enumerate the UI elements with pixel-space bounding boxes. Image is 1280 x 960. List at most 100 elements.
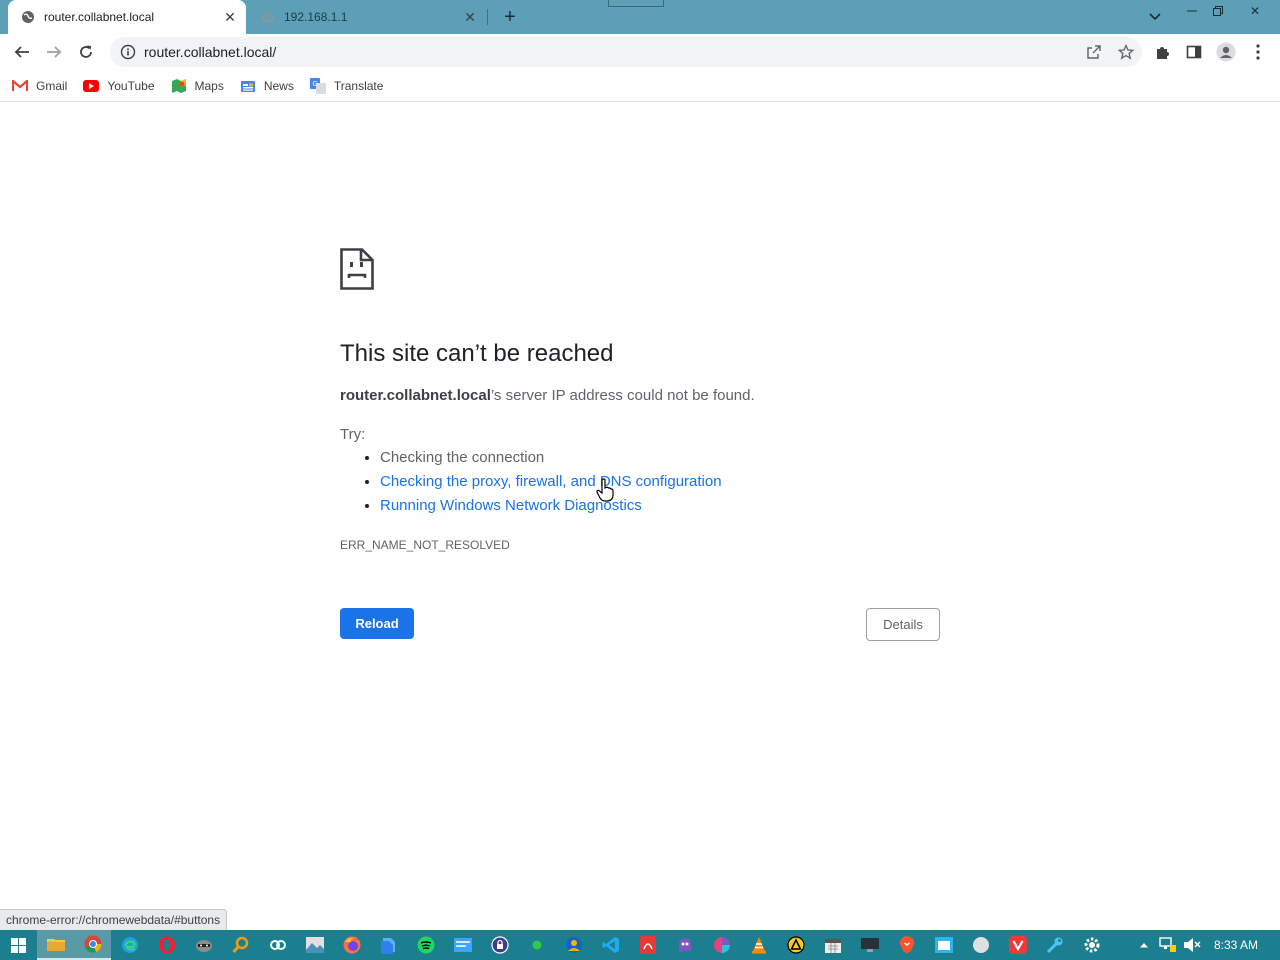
edge-icon[interactable] [111, 930, 148, 960]
opera-icon[interactable] [148, 930, 185, 960]
side-panel-icon[interactable] [1180, 38, 1208, 66]
maps-icon [171, 78, 187, 94]
status-bar: chrome-error://chromewebdata/#buttons [0, 909, 228, 930]
app-window-icon[interactable] [444, 930, 481, 960]
bookmark-maps[interactable]: Maps [171, 78, 224, 94]
colorful-app-icon[interactable] [703, 930, 740, 960]
info-icon[interactable] [120, 44, 136, 60]
restore-icon[interactable] [1200, 0, 1236, 22]
close-tab-icon[interactable]: ✕ [460, 7, 480, 27]
vlc-icon[interactable] [740, 930, 777, 960]
refresh-icon [80, 45, 92, 58]
ghost-app-icon[interactable] [666, 930, 703, 960]
news-icon [240, 78, 256, 94]
error-title: This site can’t be reached [340, 340, 614, 367]
reload-button[interactable]: Reload [340, 608, 414, 639]
sad-page-icon [340, 248, 374, 290]
suggestion-check-proxy-link[interactable]: Checking the proxy, firewall, and DNS co… [380, 472, 722, 496]
pdf-app-icon[interactable] [629, 930, 666, 960]
bookmark-gmail[interactable]: Gmail [12, 78, 67, 94]
bookmark-translate[interactable]: G Translate [309, 77, 384, 94]
green-dot-app-icon[interactable] [518, 930, 555, 960]
vscode-icon[interactable] [592, 930, 629, 960]
globe-icon [20, 9, 36, 25]
hand-cursor-icon [596, 478, 614, 502]
tool-app-icon[interactable] [1036, 930, 1073, 960]
globe-icon [260, 9, 276, 25]
arch-app-icon[interactable] [777, 930, 814, 960]
bookmarks-bar: Gmail YouTube Maps News G Translate [0, 70, 1280, 102]
settings-gear-icon[interactable] [1073, 930, 1110, 960]
window-drag-handle[interactable] [608, 0, 664, 7]
back-arrow-icon [14, 46, 29, 58]
profile-avatar-icon[interactable] [1212, 38, 1240, 66]
new-tab-button[interactable]: + [498, 5, 522, 29]
vpn-lock-icon[interactable] [481, 930, 518, 960]
suggestion-network-diagnostics-link[interactable]: Running Windows Network Diagnostics [380, 496, 722, 520]
share-icon[interactable] [1078, 37, 1110, 67]
firefox-icon[interactable] [333, 930, 370, 960]
bookmark-label: News [263, 78, 294, 93]
error-code: ERR_NAME_NOT_RESOLVED [340, 538, 510, 552]
raccoon-app-icon[interactable] [185, 930, 222, 960]
tab-title: router.collabnet.local [44, 10, 155, 24]
start-windows-icon[interactable] [0, 930, 37, 960]
browser-toolbar: router.collabnet.local/ [0, 34, 1280, 70]
system-tray: 8:33 AM [1132, 930, 1280, 960]
monitor-app-icon[interactable] [851, 930, 888, 960]
url-text[interactable]: router.collabnet.local/ [144, 44, 1078, 60]
error-host: router.collabnet.local [340, 387, 491, 404]
profile-app-icon[interactable] [555, 930, 592, 960]
file-explorer-icon[interactable] [37, 930, 74, 960]
error-summary-text: ’s server IP address could not be found. [490, 387, 755, 404]
tab-router-collabnet[interactable]: router.collabnet.local ✕ [8, 0, 246, 34]
translate-icon: G [309, 77, 326, 94]
bookmark-news[interactable]: News [240, 78, 294, 94]
svg-text:G: G [312, 81, 317, 88]
bookmark-youtube[interactable]: YouTube [83, 78, 155, 94]
bookmark-label: Translate [333, 78, 384, 93]
volume-muted-icon[interactable] [1180, 930, 1204, 960]
brave-icon[interactable] [888, 930, 925, 960]
gmail-icon [12, 78, 28, 94]
forward-arrow-icon [47, 46, 62, 58]
tab-strip: router.collabnet.local ✕ 192.168.1.1 ✕ +… [0, 0, 1280, 34]
error-summary: router.collabnet.local’s server IP addre… [340, 387, 755, 404]
close-window-icon[interactable]: ✕ [1237, 0, 1273, 22]
bookmark-label: Maps [194, 78, 224, 93]
back-button[interactable] [8, 38, 36, 66]
calendar-app-icon[interactable] [814, 930, 851, 960]
details-button[interactable]: Details [866, 608, 940, 641]
suggestion-check-connection: Checking the connection [380, 448, 722, 472]
reload-toolbar-button[interactable] [72, 38, 100, 66]
extensions-puzzle-icon[interactable] [1148, 38, 1176, 66]
vivaldi-icon[interactable] [999, 930, 1036, 960]
error-page: This site can’t be reached router.collab… [340, 248, 940, 641]
bookmark-label: YouTube [107, 78, 155, 93]
youtube-icon [83, 78, 100, 94]
photos-icon[interactable] [296, 930, 333, 960]
taskbar-clock[interactable]: 8:33 AM [1214, 938, 1258, 952]
spotify-icon[interactable] [407, 930, 444, 960]
tab-separator [487, 9, 488, 25]
circle-app-icon[interactable] [962, 930, 999, 960]
suggestions-list: Checking the connection Checking the pro… [380, 448, 722, 520]
network-icon[interactable] [1156, 930, 1180, 960]
window-app-icon[interactable] [925, 930, 962, 960]
tab-title: 192.168.1.1 [284, 10, 348, 24]
bookmark-star-icon[interactable] [1110, 37, 1142, 67]
bookmark-label: Gmail [36, 78, 68, 93]
address-bar[interactable]: router.collabnet.local/ [110, 37, 1142, 67]
forward-button[interactable] [40, 38, 68, 66]
link-app-icon[interactable] [259, 930, 296, 960]
windows-taskbar: 8:33 AM [0, 930, 1280, 960]
tab-search-chevron-icon[interactable] [1144, 7, 1166, 27]
files-app-icon[interactable] [370, 930, 407, 960]
search-magnifier-icon[interactable] [222, 930, 259, 960]
chrome-icon[interactable] [74, 930, 111, 960]
tray-chevron-up-icon[interactable] [1132, 930, 1156, 960]
try-label: Try: [340, 426, 366, 443]
close-tab-icon[interactable]: ✕ [220, 7, 240, 27]
menu-kebab-icon[interactable] [1244, 38, 1272, 66]
tab-192-168-1-1[interactable]: 192.168.1.1 ✕ [248, 0, 486, 34]
